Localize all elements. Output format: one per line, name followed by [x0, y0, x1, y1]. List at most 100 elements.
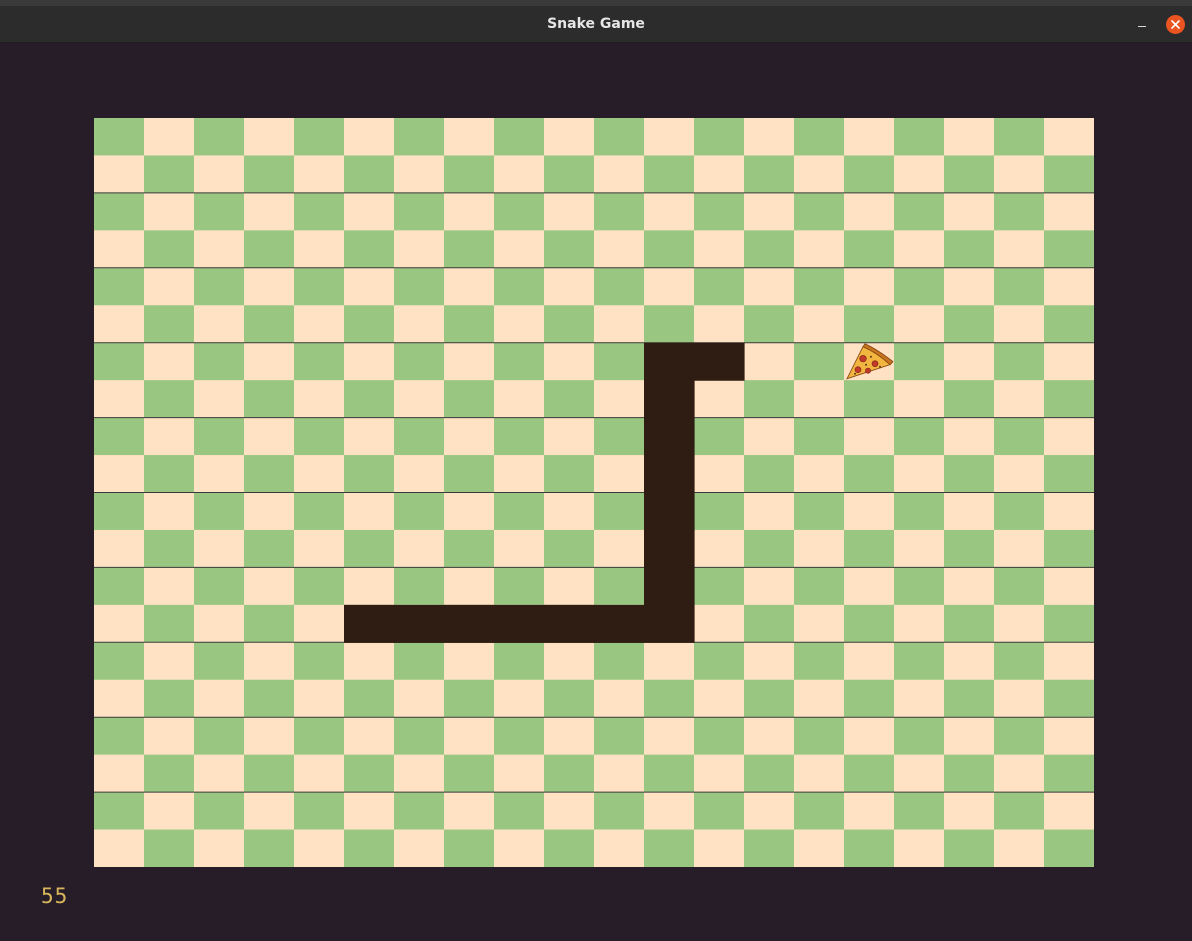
board-cell [194, 679, 245, 718]
board-cell [694, 567, 745, 606]
board-cell [644, 754, 695, 793]
board-cell [944, 679, 995, 718]
board-cell [544, 792, 595, 831]
board-cell [344, 380, 395, 419]
board-cell [744, 829, 795, 867]
board-cell [444, 118, 495, 157]
board-cell [144, 230, 195, 269]
board-cell [894, 342, 945, 381]
board-cell [194, 417, 245, 456]
board-cell [244, 604, 295, 643]
board-cell [494, 679, 545, 718]
board-cell [894, 492, 945, 531]
board-cell [844, 567, 895, 606]
board-cell [94, 267, 145, 306]
board-cell [844, 754, 895, 793]
window-titlebar[interactable]: Snake Game [0, 6, 1192, 43]
board-cell [944, 267, 995, 306]
board-cell [944, 642, 995, 681]
board-cell [194, 792, 245, 831]
board-cell [294, 305, 345, 344]
board-cell [544, 679, 595, 718]
board-cell [344, 267, 395, 306]
board-cell [794, 155, 845, 194]
board-cell [94, 567, 145, 606]
board-cell [844, 267, 895, 306]
board-cell [994, 792, 1045, 831]
board-cell [994, 604, 1045, 643]
board-cell [144, 267, 195, 306]
board-cell [744, 754, 795, 793]
board-cell [694, 305, 745, 344]
board-cell [394, 417, 445, 456]
board-cell [494, 642, 545, 681]
board-cell [344, 717, 395, 756]
board-cell [744, 455, 795, 494]
board-cell [94, 417, 145, 456]
board-cell [1044, 567, 1094, 606]
board-cell [394, 529, 445, 568]
board-cell [1044, 829, 1094, 867]
board-cell [944, 754, 995, 793]
board-cell [744, 417, 795, 456]
board-cell [394, 305, 445, 344]
board-cell [994, 417, 1045, 456]
board-cell [394, 342, 445, 381]
board-cell [94, 492, 145, 531]
board-cell [744, 604, 795, 643]
board-cell [694, 192, 745, 231]
board-cell [344, 529, 395, 568]
board-cell [344, 679, 395, 718]
board-cell [994, 717, 1045, 756]
board-cell [294, 155, 345, 194]
board-cell [194, 829, 245, 867]
board-cell [394, 754, 445, 793]
board-cell [744, 305, 795, 344]
board-cell [544, 567, 595, 606]
board-cell [544, 342, 595, 381]
board-cell [1044, 380, 1094, 419]
board-cell [544, 118, 595, 157]
close-button[interactable] [1166, 15, 1185, 34]
board-cell [194, 380, 245, 419]
board-cell [144, 305, 195, 344]
board-cell [444, 529, 495, 568]
snake-segment [644, 529, 695, 568]
board-cell [894, 679, 945, 718]
board-cell [794, 642, 845, 681]
board-cell [544, 155, 595, 194]
board-cell [894, 155, 945, 194]
board-cell [344, 118, 395, 157]
board-cell [794, 380, 845, 419]
board-cell [244, 567, 295, 606]
board-cell [944, 529, 995, 568]
board-cell [844, 604, 895, 643]
board-cell [94, 192, 145, 231]
board-cell [544, 529, 595, 568]
game-board[interactable] [94, 118, 1094, 867]
board-cell [144, 155, 195, 194]
board-cell [494, 267, 545, 306]
board-cell [594, 492, 645, 531]
board-cell [144, 342, 195, 381]
board-cell [294, 417, 345, 456]
board-cell [894, 305, 945, 344]
board-cell [994, 267, 1045, 306]
board-cell [544, 192, 595, 231]
minimize-button[interactable] [1131, 6, 1153, 43]
board-cell [244, 380, 295, 419]
board-cell [944, 417, 995, 456]
board-cell [794, 567, 845, 606]
board-cell [394, 717, 445, 756]
board-cell [444, 380, 495, 419]
board-cell [344, 305, 395, 344]
board-cell [194, 642, 245, 681]
board-cell [594, 267, 645, 306]
board-cell [144, 529, 195, 568]
board-cell [194, 567, 245, 606]
board-cell [644, 679, 695, 718]
board-cell [594, 155, 645, 194]
board-cell [344, 342, 395, 381]
board-cell [794, 417, 845, 456]
board-cell [144, 717, 195, 756]
